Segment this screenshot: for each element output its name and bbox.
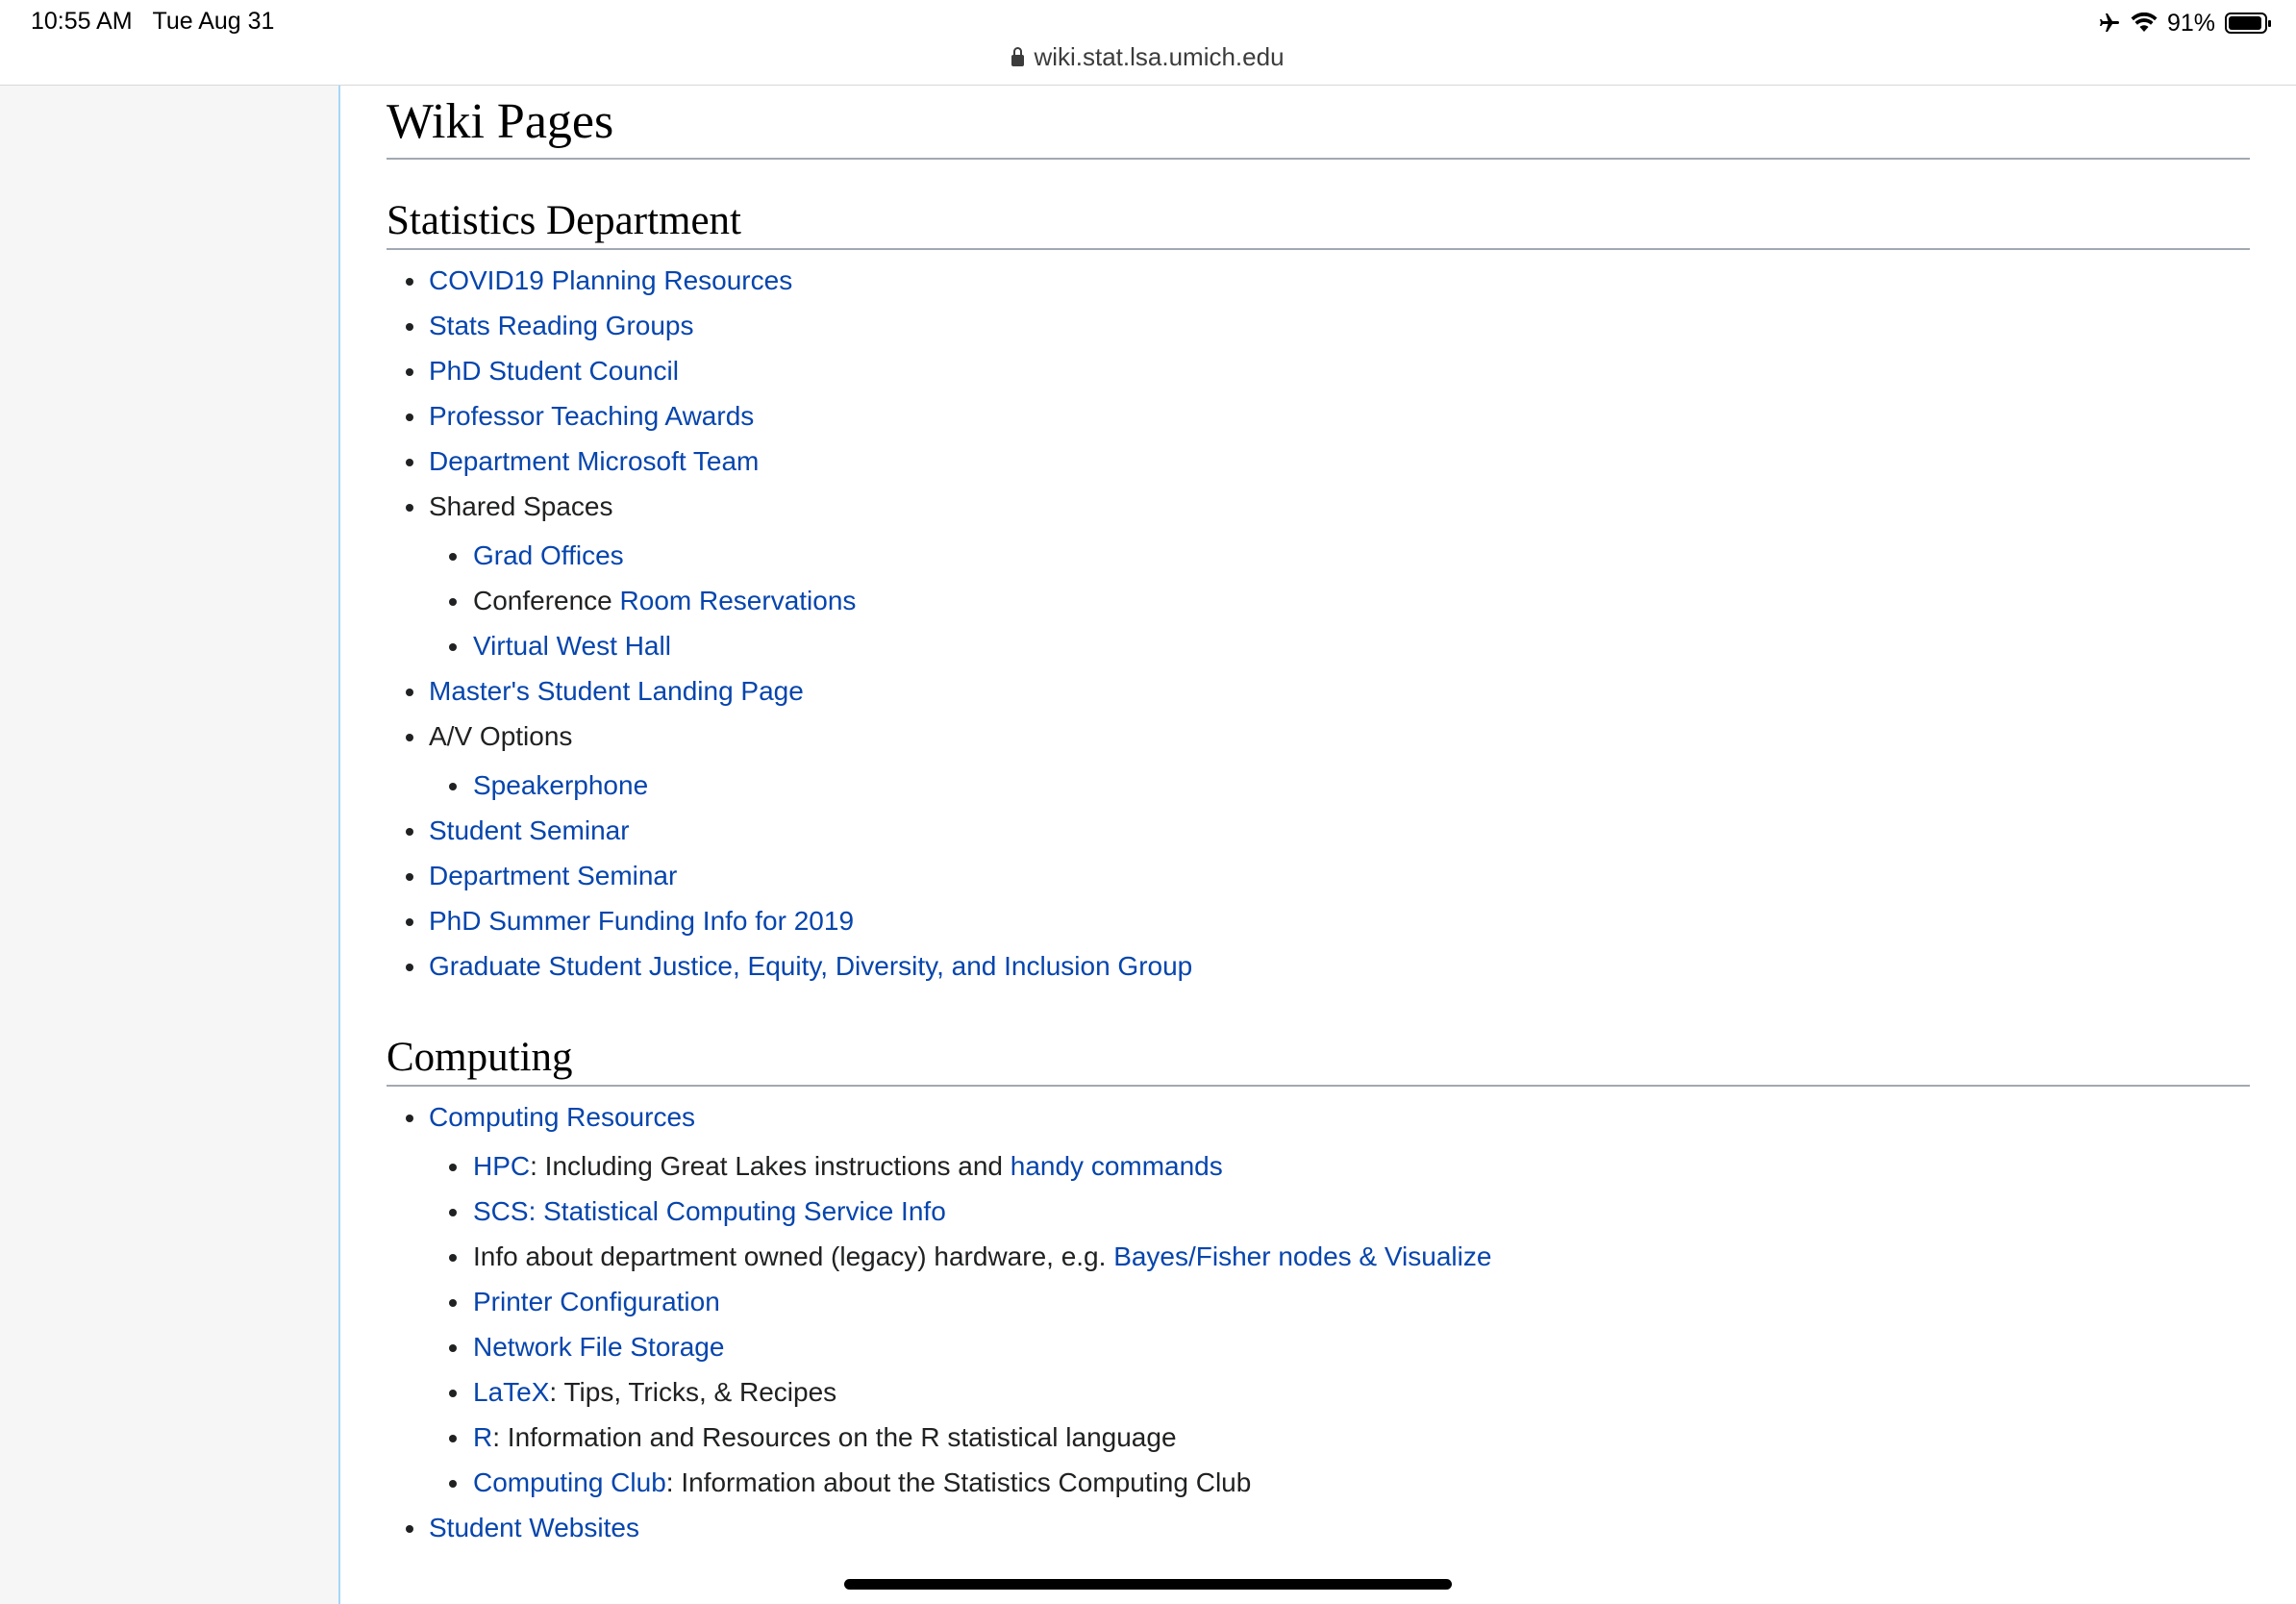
computing-resources-children: HPC: Including Great Lakes instructions … [387, 1143, 2250, 1505]
link-masters-landing[interactable]: Master's Student Landing Page [429, 676, 804, 706]
list-item: Student Websites [387, 1505, 2250, 1550]
link-room-reservations[interactable]: Room Reservations [620, 586, 857, 615]
link-phd-council[interactable]: PhD Student Council [429, 356, 679, 386]
status-time: 10:55 AM Tue Aug 31 [31, 8, 274, 36]
section-heading-statistics: Statistics Department [387, 196, 2250, 250]
link-student-websites[interactable]: Student Websites [429, 1513, 639, 1542]
url-text: wiki.stat.lsa.umich.edu [1034, 42, 1285, 71]
link-student-seminar[interactable]: Student Seminar [429, 815, 630, 845]
list-item: HPC: Including Great Lakes instructions … [387, 1143, 2250, 1189]
link-handy-commands[interactable]: handy commands [1011, 1151, 1223, 1181]
list-item: Network File Storage [387, 1324, 2250, 1369]
battery-percent: 91% [2166, 9, 2215, 37]
list-item: A/V Options [387, 714, 2250, 759]
link-speakerphone[interactable]: Speakerphone [473, 770, 648, 800]
link-computing-resources[interactable]: Computing Resources [429, 1102, 695, 1132]
link-summer-funding[interactable]: PhD Summer Funding Info for 2019 [429, 906, 854, 936]
list-item: LaTeX: Tips, Tricks, & Recipes [387, 1369, 2250, 1415]
toolbar-divider [0, 85, 2296, 86]
link-jedi-group[interactable]: Graduate Student Justice, Equity, Divers… [429, 951, 1192, 981]
list-item: PhD Student Council [387, 348, 2250, 393]
link-covid19[interactable]: COVID19 Planning Resources [429, 265, 792, 295]
av-options-children: Speakerphone [387, 763, 2250, 808]
list-item: Graduate Student Justice, Equity, Divers… [387, 943, 2250, 989]
status-bar: 10:55 AM Tue Aug 31 91% wiki.stat.lsa.um… [0, 0, 2296, 85]
status-clock: 10:55 AM [31, 8, 133, 35]
hpc-description: : Including Great Lakes instructions and [530, 1150, 1011, 1181]
address-bar[interactable]: wiki.stat.lsa.umich.edu [0, 42, 2296, 72]
wifi-icon [2131, 13, 2158, 32]
lock-icon [1011, 47, 1025, 66]
link-r[interactable]: R [473, 1422, 492, 1452]
airplane-icon [2099, 13, 2119, 32]
home-indicator[interactable] [844, 1579, 1452, 1590]
computing-list: Computing Resources [387, 1094, 2250, 1140]
statistics-list-cont: Master's Student Landing Page A/V Option… [387, 668, 2250, 759]
computing-list-end: Student Websites [387, 1505, 2250, 1550]
list-item: Department Microsoft Team [387, 439, 2250, 484]
link-bayes-fisher[interactable]: Bayes/Fisher nodes & Visualize [1113, 1241, 1491, 1271]
list-item: Department Seminar [387, 853, 2250, 898]
link-hpc[interactable]: HPC [473, 1151, 530, 1181]
link-scs[interactable]: SCS: Statistical Computing Service Info [473, 1196, 946, 1226]
computing-club-description: : Information about the Statistics Compu… [665, 1466, 1252, 1497]
list-item: Student Seminar [387, 808, 2250, 853]
statistics-list: COVID19 Planning Resources Stats Reading… [387, 258, 2250, 529]
list-item: Conference Room Reservations [387, 578, 2250, 623]
list-item: PhD Summer Funding Info for 2019 [387, 898, 2250, 943]
conference-prefix: Conference [473, 585, 620, 615]
sidebar [0, 86, 340, 1604]
list-item: Printer Configuration [387, 1279, 2250, 1324]
status-indicators: 91% [2098, 8, 2271, 38]
statistics-list-end: Student Seminar Department Seminar PhD S… [387, 808, 2250, 989]
link-latex[interactable]: LaTeX [473, 1377, 549, 1407]
list-item: Speakerphone [387, 763, 2250, 808]
av-options-label: A/V Options [429, 720, 573, 751]
page-title: Wiki Pages [387, 92, 2250, 161]
latex-description: : Tips, Tricks, & Recipes [549, 1376, 837, 1407]
list-item: Virtual West Hall [387, 623, 2250, 668]
status-date: Tue Aug 31 [152, 8, 275, 35]
legacy-hardware-text: Info about department owned (legacy) har… [473, 1241, 1114, 1271]
list-item: Shared Spaces [387, 484, 2250, 529]
list-item: R: Information and Resources on the R st… [387, 1415, 2250, 1460]
link-network-storage[interactable]: Network File Storage [473, 1332, 724, 1362]
list-item: Info about department owned (legacy) har… [387, 1234, 2250, 1279]
shared-spaces-label: Shared Spaces [429, 490, 613, 521]
list-item: Computing Resources [387, 1094, 2250, 1140]
list-item: Stats Reading Groups [387, 303, 2250, 348]
list-item: Professor Teaching Awards [387, 393, 2250, 439]
list-item: Computing Club: Information about the St… [387, 1460, 2250, 1505]
battery-icon [2225, 13, 2271, 34]
link-computing-club[interactable]: Computing Club [473, 1467, 666, 1497]
list-item: Grad Offices [387, 533, 2250, 578]
link-virtual-west-hall[interactable]: Virtual West Hall [473, 631, 671, 661]
link-printer-config[interactable]: Printer Configuration [473, 1287, 720, 1316]
link-microsoft-team[interactable]: Department Microsoft Team [429, 446, 759, 476]
link-reading-groups[interactable]: Stats Reading Groups [429, 311, 694, 340]
r-description: : Information and Resources on the R sta… [492, 1421, 1177, 1452]
link-grad-offices[interactable]: Grad Offices [473, 540, 624, 570]
section-heading-computing: Computing [387, 1033, 2250, 1087]
page-content: Wiki Pages Statistics Department COVID19… [387, 92, 2250, 1550]
link-teaching-awards[interactable]: Professor Teaching Awards [429, 401, 754, 431]
list-item: Master's Student Landing Page [387, 668, 2250, 714]
link-department-seminar[interactable]: Department Seminar [429, 861, 677, 890]
list-item: COVID19 Planning Resources [387, 258, 2250, 303]
shared-spaces-children: Grad Offices Conference Room Reservation… [387, 533, 2250, 668]
list-item: SCS: Statistical Computing Service Info [387, 1189, 2250, 1234]
